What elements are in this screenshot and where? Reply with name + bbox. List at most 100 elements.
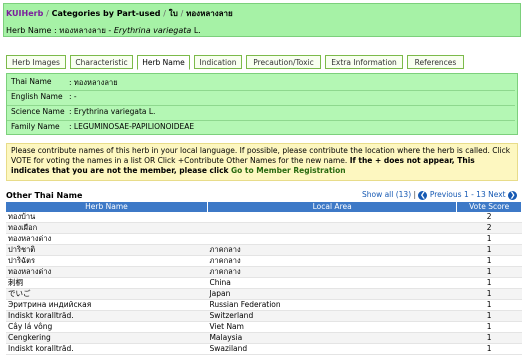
thai-name-label: Thai Name — [11, 77, 52, 86]
herb-name-cell: ทองบ้าน — [6, 212, 208, 223]
vote-score-cell: 1 — [456, 343, 522, 355]
previous-link[interactable]: Previous — [430, 190, 462, 199]
table-row: ปาริฉัตร ภาคกลาง 1 — [6, 255, 522, 267]
tab-references[interactable]: References — [407, 55, 464, 69]
vote-score-cell: 2 — [456, 222, 522, 234]
page: KUIHerb / Categories by Part-used / ใบ /… — [3, 3, 522, 360]
table-row: 刺桐 China 1 — [6, 277, 522, 289]
previous-icon[interactable]: ❮ — [418, 190, 428, 200]
herb-name-cell: Cây lá vông — [6, 321, 208, 333]
page-range: 1 - 13 — [463, 190, 486, 199]
herb-name-cell: Cengkering — [6, 332, 208, 344]
table-row: ทองหลางด่าง ภาคกลาง 1 — [6, 266, 522, 278]
local-area-cell: Malaysia — [207, 332, 457, 344]
breadcrumb-part-link[interactable]: ใบ — [169, 9, 178, 18]
column-header-herb-name: Herb Name — [6, 202, 208, 212]
herb-name-dash: - — [108, 26, 112, 35]
column-header-vote-score: Vote Score — [456, 202, 522, 212]
pager-separator: | — [413, 190, 417, 199]
table-row: Эритрина индийская Russian Federation 1 — [6, 299, 522, 311]
vote-score-cell: 1 — [456, 332, 522, 344]
herb-name-science: Erythrina variegata — [113, 26, 192, 35]
local-area-cell: ภาคกลาง — [207, 244, 457, 256]
breadcrumb-home-link[interactable]: KUIHerb — [6, 9, 43, 18]
science-name-row: Science Name : Erythrina variegata L. — [11, 107, 511, 120]
table-row: Cây lá vông Viet Nam 1 — [6, 321, 522, 333]
vote-score-cell: 1 — [456, 321, 522, 333]
herb-name-cell: ปาริชาติ — [6, 244, 208, 256]
table-row: でいご Japan 1 — [6, 288, 522, 300]
tab-herb-images[interactable]: Herb Images — [6, 55, 66, 69]
divider — [7, 120, 515, 121]
vote-score-cell: 1 — [456, 299, 522, 311]
herb-name-cell: ทองเผือก — [6, 222, 208, 234]
table-row: ทองบ้าน 2 — [6, 212, 522, 223]
breadcrumb: KUIHerb / Categories by Part-used / ใบ /… — [6, 7, 233, 20]
local-area-cell: Viet Nam — [207, 321, 457, 333]
science-name-label: Science Name — [11, 107, 65, 116]
breadcrumb-separator: / — [46, 9, 49, 18]
next-icon[interactable]: ❯ — [508, 190, 517, 200]
breadcrumb-category-link[interactable]: Categories by Part-used — [52, 9, 161, 18]
local-area-cell: Switzerland — [207, 310, 457, 322]
english-name-label: English Name — [11, 92, 63, 101]
local-area-cell: Swaziland — [207, 343, 457, 355]
vote-score-cell: 1 — [456, 266, 522, 278]
vote-score-cell: 1 — [456, 277, 522, 289]
herb-name-cell: Indiskt korallträd. — [6, 310, 208, 322]
tab-precaution-toxic[interactable]: Precaution/Toxic — [246, 55, 321, 69]
next-link[interactable]: Next — [488, 190, 505, 199]
thai-name-row: Thai Name : ทองหลางลาย — [11, 77, 511, 90]
herb-name-cell: Indiskt korallträd. — [6, 343, 208, 355]
other-thai-name-title: Other Thai Name — [6, 191, 83, 200]
tab-herb-name[interactable]: Herb Name — [137, 55, 190, 70]
herb-name-cell: ทองหลางด่าง — [6, 266, 208, 278]
table-header-row: Herb Name Local Area Vote Score — [6, 202, 522, 212]
vote-score-cell: 1 — [456, 233, 522, 245]
herb-name-author: L. — [193, 26, 201, 35]
thai-name-value: : ทองหลางลาย — [69, 78, 118, 87]
family-name-value: : LEGUMINOSAE-PAPILIONOIDEAE — [69, 122, 195, 131]
herb-info-panel: Thai Name : ทองหลางลาย English Name : - … — [6, 73, 518, 135]
herb-name-cell: でいご — [6, 288, 208, 300]
herb-name-cell: ปาริฉัตร — [6, 255, 208, 267]
member-registration-link[interactable]: Go to Member Registration — [231, 166, 346, 175]
local-area-cell: Japan — [207, 288, 457, 300]
local-area-cell: ภาคกลาง — [207, 266, 457, 278]
header-bar: KUIHerb / Categories by Part-used / ใบ /… — [3, 3, 521, 37]
vote-score-cell: 1 — [456, 310, 522, 322]
local-area-cell — [207, 222, 457, 234]
family-name-row: Family Name : LEGUMINOSAE-PAPILIONOIDEAE — [11, 122, 511, 135]
herb-name-label: Herb Name : — [6, 26, 57, 35]
local-area-cell: Russian Federation — [207, 299, 457, 311]
local-area-cell — [207, 233, 457, 245]
table-row: ทองเผือก 2 — [6, 222, 522, 234]
tab-indication[interactable]: Indication — [194, 55, 242, 69]
vote-score-cell: 1 — [456, 244, 522, 256]
pager: Show all (13) | ❮ Previous 1 - 13 Next ❯ — [362, 190, 517, 200]
tab-bar: Herb Images Characteristic Herb Name Ind… — [6, 55, 521, 71]
divider — [7, 105, 515, 106]
english-name-row: English Name : - — [11, 92, 511, 105]
family-name-label: Family Name — [11, 122, 60, 131]
vote-score-cell: 1 — [456, 255, 522, 267]
table-row: Indiskt korallträd. Swaziland 1 — [6, 343, 522, 355]
divider — [7, 90, 515, 91]
breadcrumb-separator: / — [163, 9, 166, 18]
local-area-cell: China — [207, 277, 457, 289]
tab-extra-information[interactable]: Extra Information — [325, 55, 403, 69]
show-all-link[interactable]: Show all (13) — [362, 190, 411, 199]
local-area-cell — [207, 212, 457, 223]
herb-name-cell: Эритрина индийская — [6, 299, 208, 311]
tab-characteristic[interactable]: Characteristic — [70, 55, 133, 69]
breadcrumb-separator: / — [180, 9, 184, 18]
table-row: ปาริชาติ ภาคกลาง 1 — [6, 244, 522, 256]
herb-name-cell: ทองหลางด่าง — [6, 233, 208, 245]
contribution-note: Please contribute names of this herb in … — [6, 143, 518, 181]
table-row: Cengkering Malaysia 1 — [6, 332, 522, 344]
science-name-value: : Erythrina variegata L. — [69, 107, 156, 116]
herb-name-thai: ทองหลางลาย — [59, 26, 106, 35]
vote-score-cell: 1 — [456, 288, 522, 300]
column-header-local-area: Local Area — [207, 202, 458, 212]
local-area-cell: ภาคกลาง — [207, 255, 457, 267]
